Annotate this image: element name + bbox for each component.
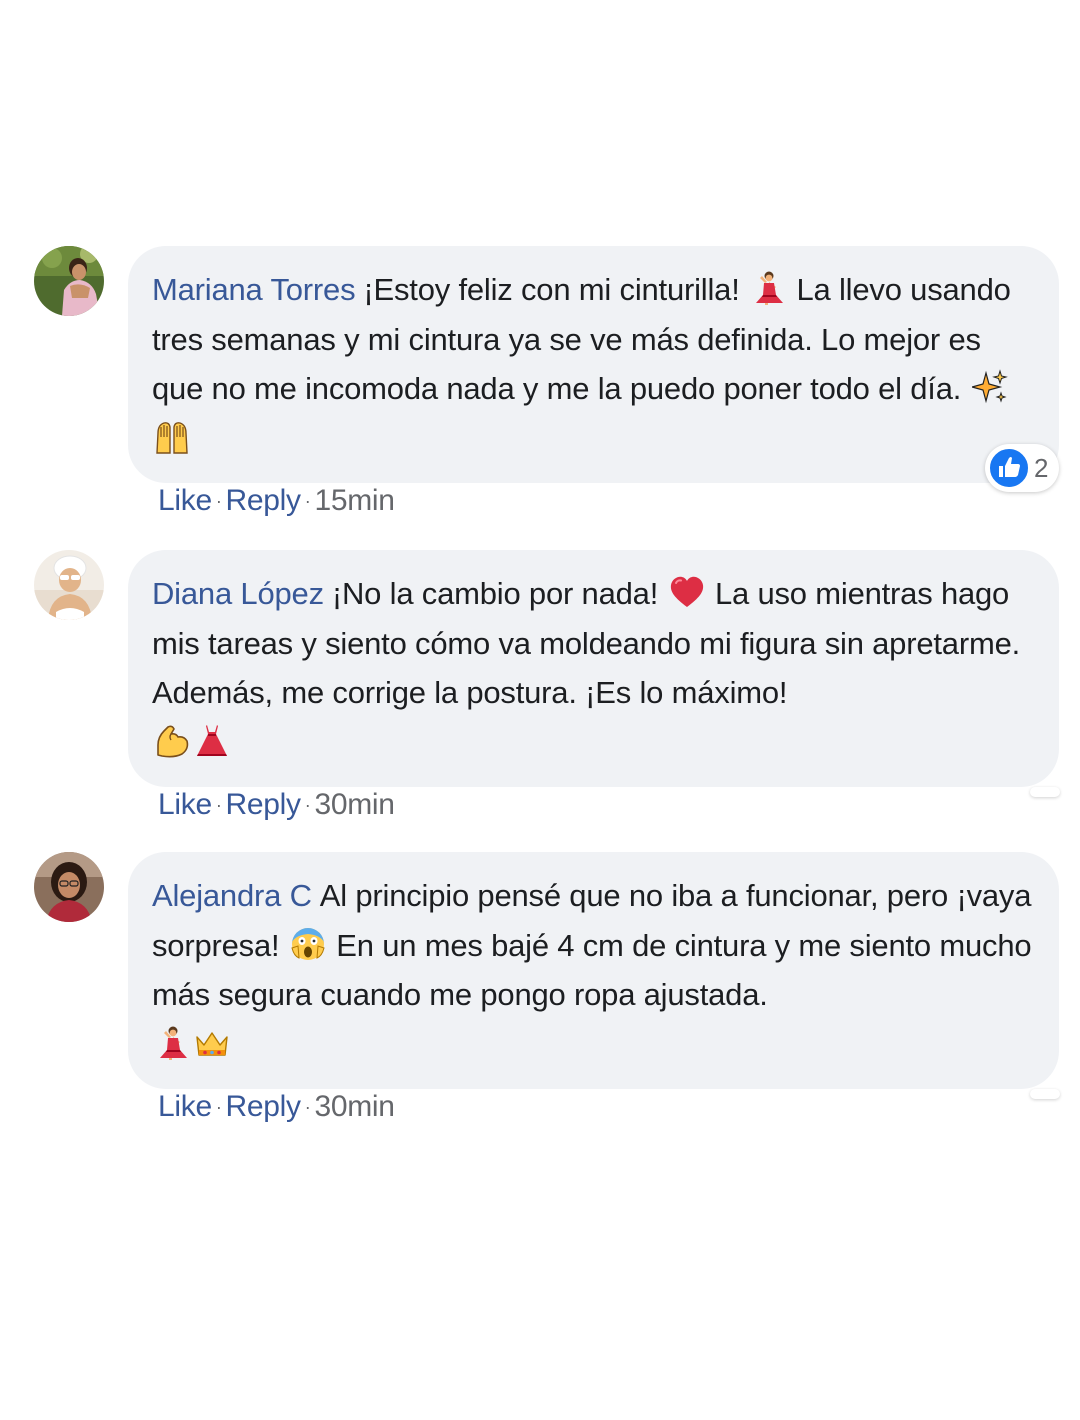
separator: · — [215, 795, 222, 815]
comment-text-start: ¡Estoy feliz con mi cinturilla! — [363, 272, 740, 307]
comment-actions: Like · Reply · 15min — [158, 484, 395, 518]
reaction-placeholder — [1030, 787, 1060, 797]
woman-dancing-emoji — [750, 270, 786, 306]
comment-timestamp[interactable]: 30min — [314, 1090, 395, 1123]
flexed-biceps-emoji — [154, 723, 190, 759]
crown-emoji — [194, 1025, 230, 1061]
raising-hands-emoji — [154, 419, 190, 455]
reply-link[interactable]: Reply — [226, 1090, 302, 1123]
like-link[interactable]: Like — [158, 1090, 212, 1123]
avatar[interactable] — [34, 246, 104, 316]
comment-actions: Like · Reply · 30min — [158, 1090, 395, 1124]
like-link[interactable]: Like — [158, 484, 212, 517]
face-screaming-emoji — [290, 926, 326, 962]
like-link[interactable]: Like — [158, 788, 212, 821]
comment-author[interactable]: Alejandra C — [152, 878, 312, 913]
comment-bubble: Mariana Torres ¡Estoy feliz con mi cintur… — [128, 246, 1059, 483]
reply-link[interactable]: Reply — [226, 484, 302, 517]
avatar[interactable] — [34, 550, 104, 620]
comment-author[interactable]: Mariana Torres — [152, 272, 356, 307]
separator: · — [215, 1097, 222, 1117]
reaction-summary[interactable]: 2 — [985, 444, 1059, 492]
separator: · — [215, 491, 222, 511]
separator: · — [304, 491, 311, 511]
separator: · — [304, 1097, 311, 1117]
heart-emoji — [669, 574, 705, 610]
comment-bubble: Alejandra C Al principio pensé que no iba… — [128, 852, 1059, 1089]
sparkles-emoji — [972, 369, 1008, 405]
red-dress-emoji — [194, 723, 230, 759]
comment-text-rest: En un mes bajé 4 cm de cintura y me sien… — [152, 927, 1032, 1013]
comment-timestamp[interactable]: 30min — [314, 788, 395, 821]
comment-timestamp[interactable]: 15min — [314, 484, 395, 517]
reaction-count: 2 — [1034, 452, 1049, 483]
comment-author[interactable]: Diana López — [152, 576, 324, 611]
reaction-placeholder — [1030, 1089, 1060, 1099]
comment-bubble: Diana López ¡No la cambio por nada! La us… — [128, 550, 1059, 787]
separator: · — [304, 795, 311, 815]
like-thumb-icon — [987, 446, 1031, 490]
woman-dancing-emoji — [154, 1025, 190, 1061]
avatar[interactable] — [34, 852, 104, 922]
reply-link[interactable]: Reply — [226, 788, 302, 821]
comment-actions: Like · Reply · 30min — [158, 788, 395, 822]
comment-text-start: ¡No la cambio por nada! — [331, 576, 659, 611]
